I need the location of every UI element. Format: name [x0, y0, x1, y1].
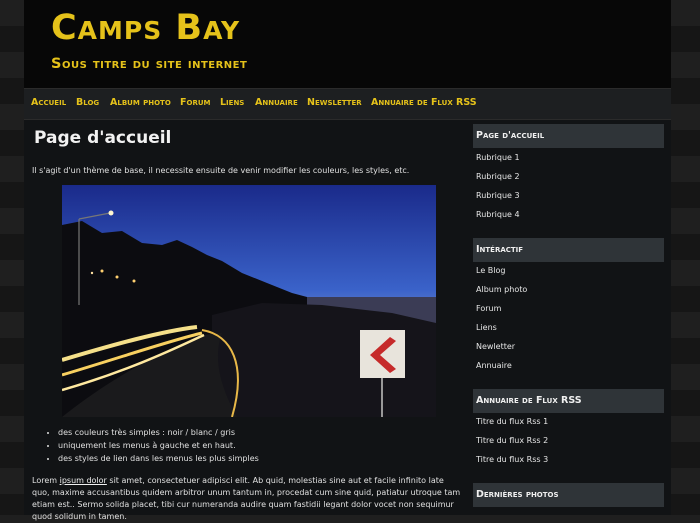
nav-item-newsletter[interactable]: Newsletter	[307, 97, 362, 108]
sidebar-heading-flux-rss: Annuaire de Flux RSS	[473, 389, 664, 413]
sidebar-item-liens[interactable]: Liens	[476, 323, 497, 332]
nav-item-annuaire[interactable]: Annuaire	[255, 97, 298, 108]
lorem-paragraph: Lorem ipsum dolor sit amet, consectetuer…	[32, 475, 462, 523]
list-item: des styles de lien dans les menus les pl…	[58, 454, 259, 463]
nav-item-annuaire-rss[interactable]: Annuaire de Flux RSS	[371, 97, 477, 108]
sidebar-item-flux-rss-3[interactable]: Titre du flux Rss 3	[476, 455, 548, 464]
lorem-start: Lorem	[32, 476, 60, 485]
sidebar-heading-accueil: Page d'accueil	[473, 124, 664, 148]
sidebar-item-rubrique-1[interactable]: Rubrique 1	[476, 153, 520, 162]
features-list: des couleurs très simples : noir / blanc…	[46, 428, 259, 467]
nav-item-album-photo[interactable]: Album photo	[110, 97, 171, 108]
intro-text: Il s'agit d'un thème de base, il necessi…	[32, 166, 410, 175]
sidebar-item-flux-rss-1[interactable]: Titre du flux Rss 1	[476, 417, 548, 426]
sidebar-item-flux-rss-2[interactable]: Titre du flux Rss 2	[476, 436, 548, 445]
sidebar-item-rubrique-4[interactable]: Rubrique 4	[476, 210, 520, 219]
list-item: uniquement les menus à gauche et en haut…	[58, 441, 259, 450]
sidebar-item-rubrique-3[interactable]: Rubrique 3	[476, 191, 520, 200]
sidebar-heading-interactif: Intéractif	[473, 238, 664, 262]
page-title: Page d'accueil	[34, 128, 172, 148]
sidebar-item-newletter[interactable]: Newletter	[476, 342, 515, 351]
nav-item-accueil[interactable]: Accueil	[31, 97, 66, 108]
camps-bay-photo	[62, 185, 436, 417]
site-subtitle: Sous titre du site internet	[51, 56, 248, 72]
sidebar-item-rubrique-2[interactable]: Rubrique 2	[476, 172, 520, 181]
sidebar-item-annuaire[interactable]: Annuaire	[476, 361, 512, 370]
page-container: Camps Bay Sous titre du site internet Ac…	[24, 0, 671, 521]
sidebar-item-forum[interactable]: Forum	[476, 304, 501, 313]
nav-item-forum[interactable]: Forum	[180, 97, 210, 108]
sidebar-item-le-blog[interactable]: Le Blog	[476, 266, 505, 275]
nav-item-liens[interactable]: Liens	[220, 97, 244, 108]
lorem-link[interactable]: ipsum dolor	[60, 476, 107, 485]
nav-item-blog[interactable]: Blog	[76, 97, 99, 108]
sidebar-heading-dernieres-photos: Dernières photos	[473, 483, 664, 507]
top-nav: Accueil Blog Album photo Forum Liens Ann…	[24, 88, 671, 120]
list-item: des couleurs très simples : noir / blanc…	[58, 428, 259, 437]
site-header: Camps Bay Sous titre du site internet	[24, 0, 671, 88]
sidebar-item-album-photo[interactable]: Album photo	[476, 285, 527, 294]
site-title[interactable]: Camps Bay	[51, 8, 240, 48]
